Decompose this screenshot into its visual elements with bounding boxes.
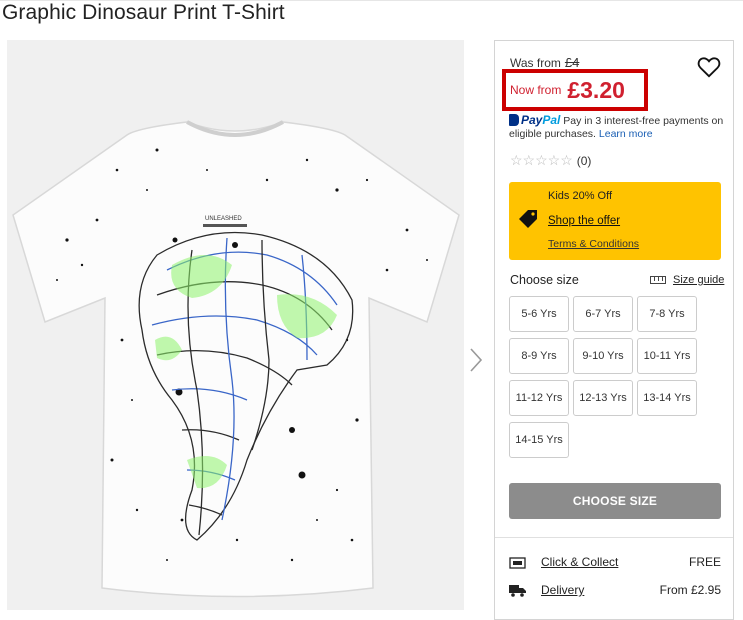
size-option[interactable]: 13-14 Yrs (637, 380, 697, 416)
size-options: 5-6 Yrs 6-7 Yrs 7-8 Yrs 8-9 Yrs 9-10 Yrs… (509, 296, 731, 458)
delivery-link[interactable]: Delivery (541, 583, 660, 597)
size-option[interactable]: 5-6 Yrs (509, 296, 569, 332)
terms-link[interactable]: Terms & Conditions (548, 238, 639, 250)
purchase-panel: Was from £4 Now from £3.20 PayPal Pay in … (494, 40, 734, 620)
size-option[interactable]: 8-9 Yrs (509, 338, 569, 374)
size-option[interactable]: 11-12 Yrs (509, 380, 569, 416)
rating-stars-icon: ☆☆☆☆☆ (510, 152, 573, 168)
delivery-divider (495, 537, 733, 538)
click-collect-row: Click & Collect FREE (509, 553, 721, 571)
was-price-value: £4 (564, 55, 580, 70)
now-price-highlight: Now from £3.20 (502, 69, 648, 111)
delivery-row: Delivery From £2.95 (509, 581, 721, 599)
wishlist-heart-icon[interactable] (696, 54, 722, 80)
product-title: Graphic Dinosaur Print T-Shirt (2, 1, 285, 24)
size-guide-link[interactable]: Size guide (650, 274, 724, 286)
paypal-message: PayPal Pay in 3 interest-free payments o… (509, 114, 731, 141)
size-option[interactable]: 7-8 Yrs (637, 296, 697, 332)
now-price-value: £3.20 (567, 76, 625, 103)
size-option[interactable]: 9-10 Yrs (573, 338, 633, 374)
size-option[interactable]: 14-15 Yrs (509, 422, 569, 458)
image-brand-text: UNLEASHED (205, 216, 242, 222)
size-option[interactable]: 12-13 Yrs (573, 380, 633, 416)
was-price-label: Was from (510, 56, 561, 70)
paypal-icon (509, 114, 519, 126)
tshirt-illustration: UNLEASHED (7, 40, 464, 610)
delivery-price: From £2.95 (659, 583, 721, 597)
next-image-chevron-icon[interactable] (466, 345, 486, 375)
paypal-logo: PayPal (521, 113, 561, 127)
click-collect-price: FREE (688, 555, 721, 569)
rating[interactable]: ☆☆☆☆☆ (0) (510, 152, 591, 169)
delivery-truck-icon (509, 584, 526, 597)
offer-banner: Kids 20% Off Shop the offer Terms & Cond… (509, 182, 721, 260)
shop-offer-link[interactable]: Shop the offer (548, 215, 620, 227)
offer-title: Kids 20% Off (548, 190, 612, 202)
choose-size-button[interactable]: CHOOSE SIZE (509, 483, 721, 519)
now-price-label: Now from (510, 83, 562, 97)
click-collect-link[interactable]: Click & Collect (541, 555, 689, 569)
size-option[interactable]: 10-11 Yrs (637, 338, 697, 374)
size-option[interactable]: 6-7 Yrs (573, 296, 633, 332)
click-collect-icon (509, 556, 526, 569)
price-tag-icon (517, 208, 539, 230)
rating-count: (0) (576, 154, 592, 168)
product-image[interactable]: UNLEASHED (7, 40, 464, 610)
choose-size-label: Choose size (510, 273, 579, 287)
learn-more-link[interactable]: Learn more (599, 128, 653, 140)
ruler-icon (650, 276, 666, 284)
was-price: Was from £4 (510, 55, 579, 70)
size-guide-label: Size guide (673, 274, 725, 286)
